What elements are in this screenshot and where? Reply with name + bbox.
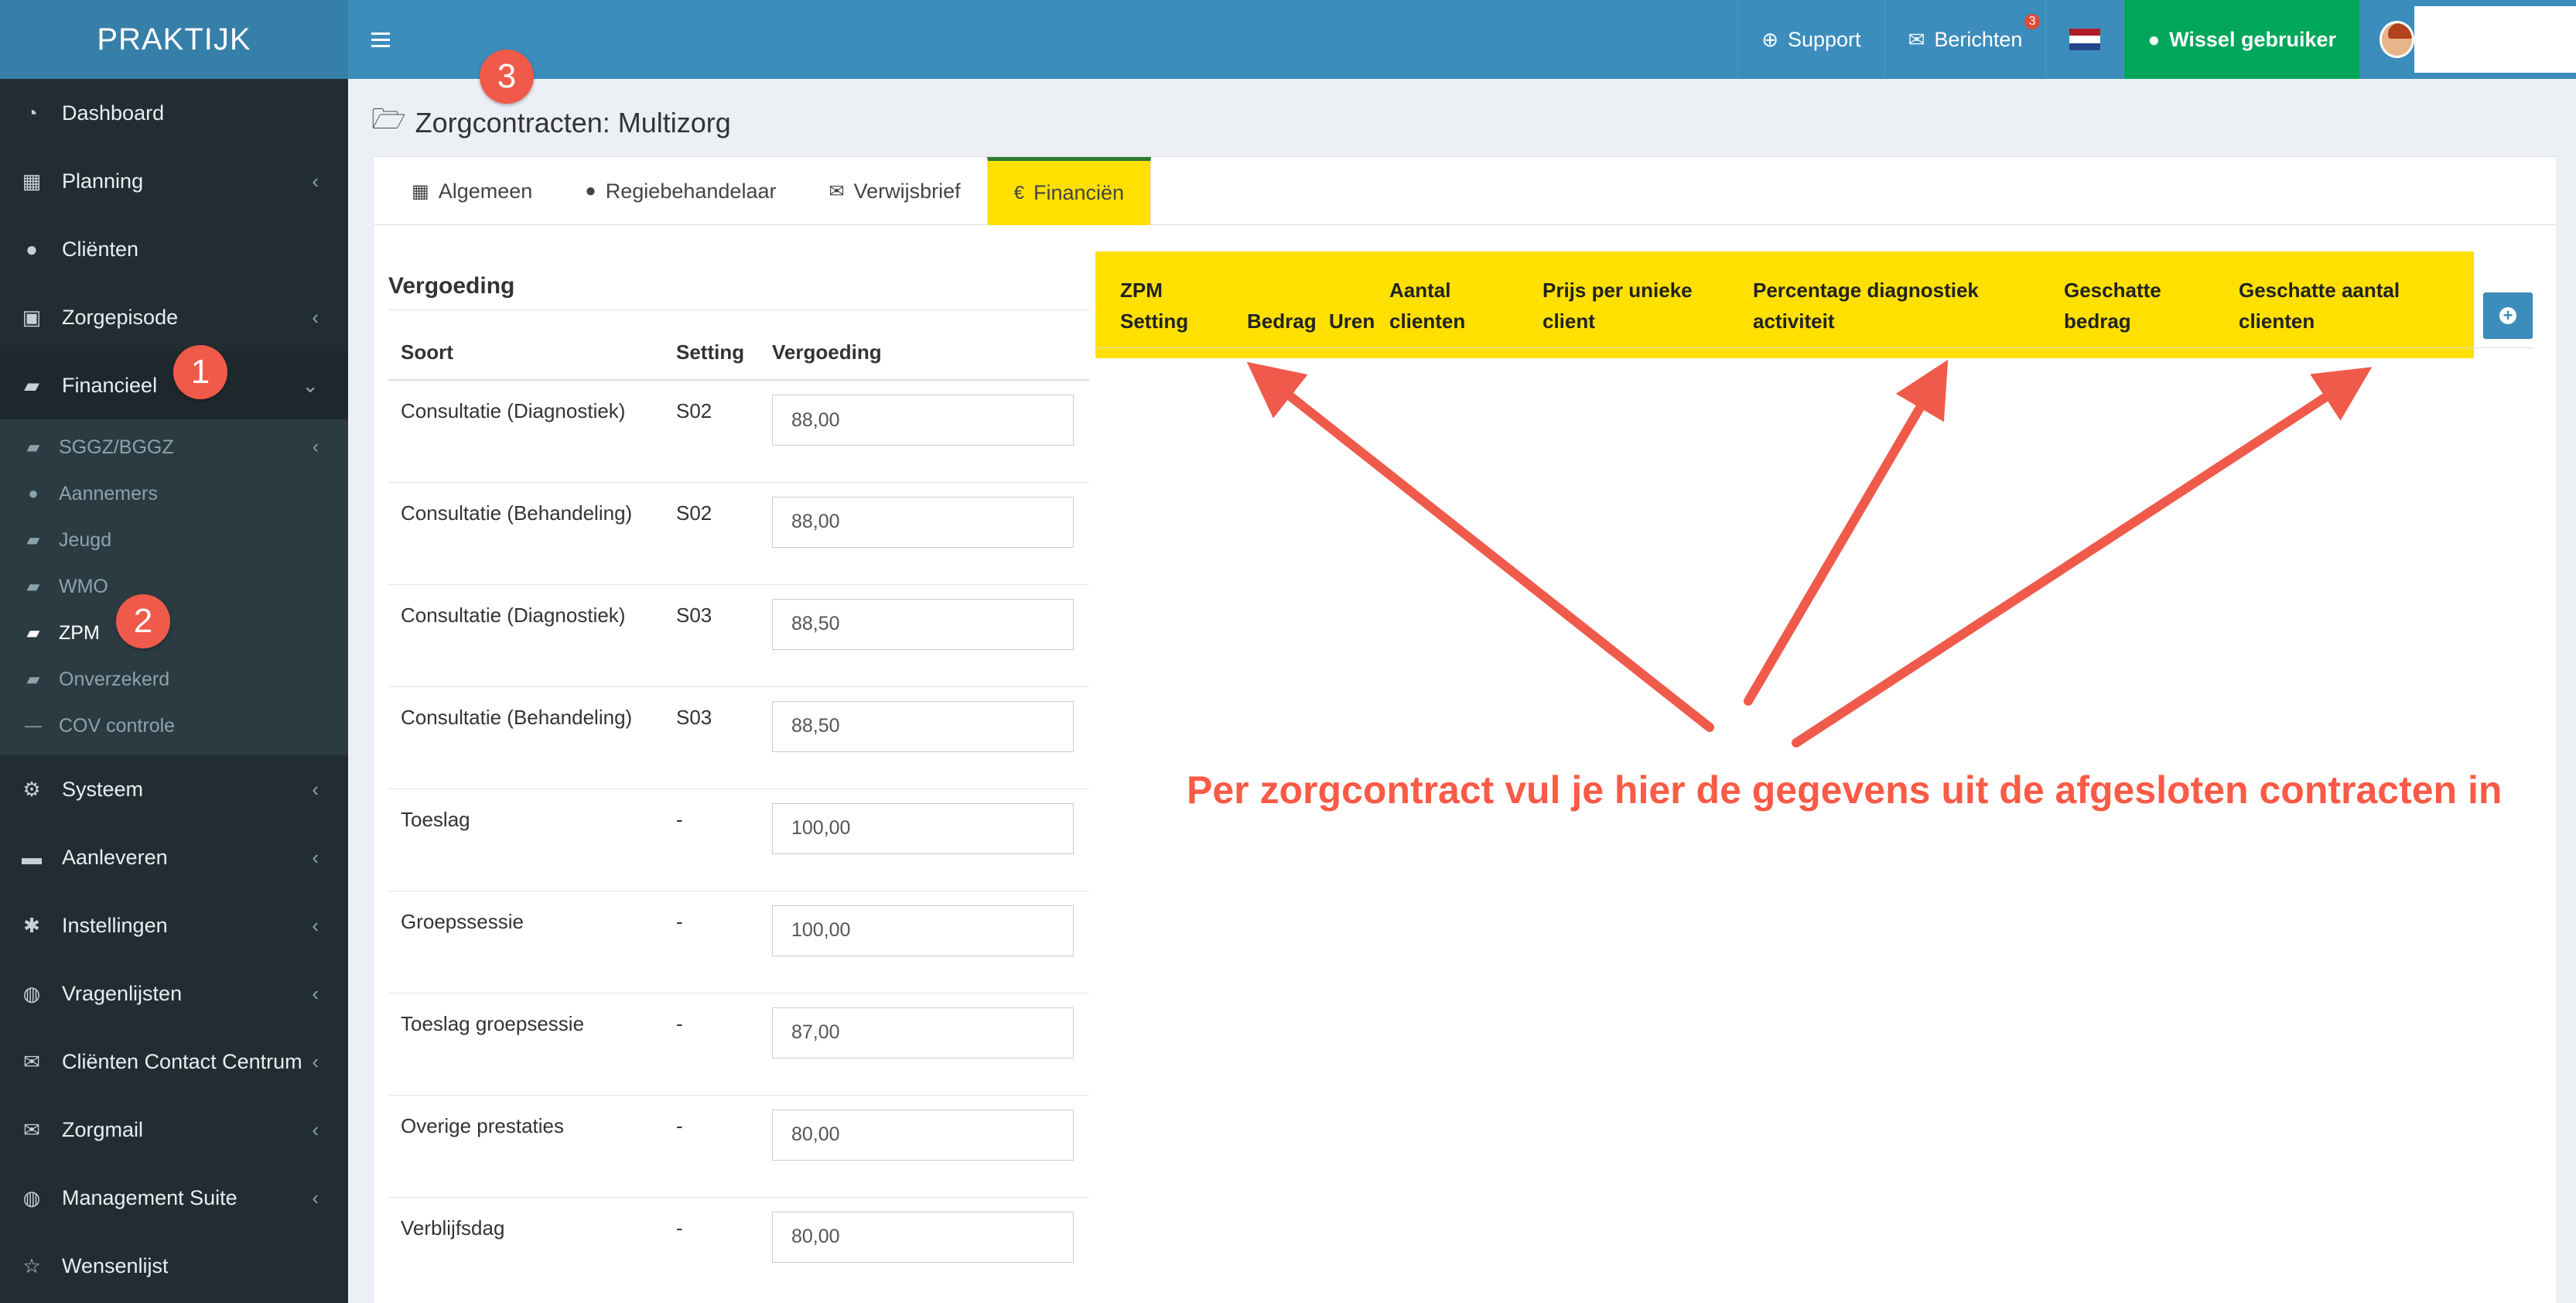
annotation-arrow [1246,361,1714,732]
annotation-arrow [1744,359,1949,706]
step-marker-2: 2 [116,594,170,648]
annotation-callout: Per zorgcontract vul je hier de gegevens… [1187,768,2503,812]
annotation-arrows [1246,359,2373,747]
annotation-arrow [1792,367,2373,747]
step-marker-3: 3 [480,50,534,104]
step-marker-1: 1 [173,345,227,399]
